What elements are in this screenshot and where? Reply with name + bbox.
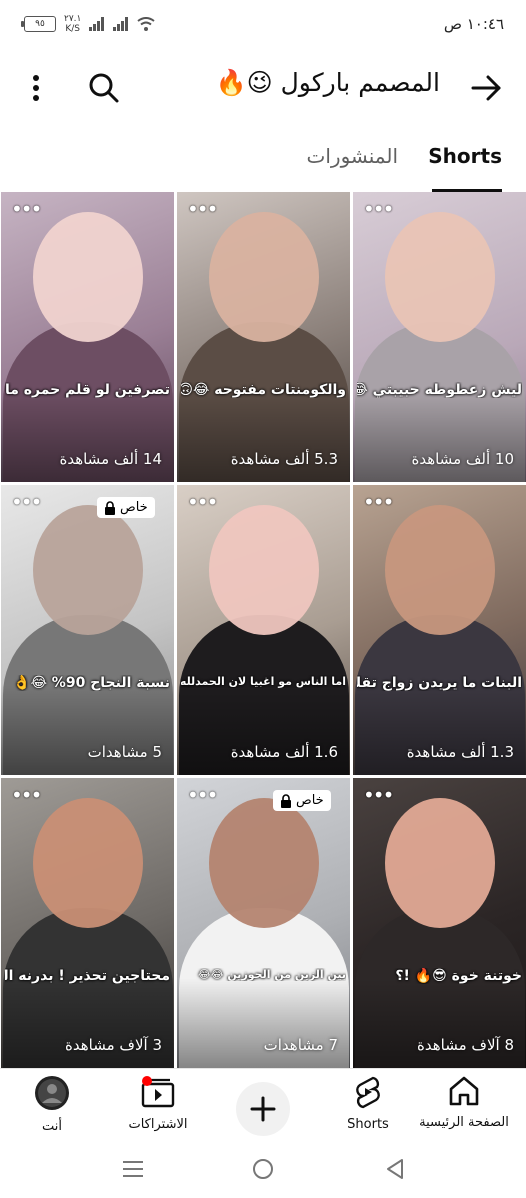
more-options-icon[interactable]: ••• bbox=[363, 199, 394, 219]
private-badge: خاص bbox=[97, 497, 155, 518]
channel-title: المصمم باركول 😉🔥 bbox=[215, 68, 441, 97]
nav-shorts-label: Shorts bbox=[347, 1117, 389, 1132]
nav-shorts[interactable]: Shorts bbox=[318, 1075, 418, 1132]
short-thumbnail[interactable]: ••• تصرفين لو قلم حمره ما تشترين 😂😂 14 أ… bbox=[1, 192, 174, 482]
nav-home[interactable]: الصفحة الرئيسية bbox=[414, 1075, 514, 1130]
short-caption: تصرفين لو قلم حمره ما تشترين 😂😂 bbox=[5, 382, 170, 398]
short-thumbnail[interactable]: ••• ليش زعطوطه حبيبتي 😂😂 10 ألف مشاهدة bbox=[353, 192, 526, 482]
more-options-icon[interactable]: ••• bbox=[187, 199, 218, 219]
back-arrow-icon bbox=[471, 75, 501, 101]
shorts-grid: ••• ليش زعطوطه حبيبتي 😂😂 10 ألف مشاهدة •… bbox=[0, 192, 526, 1068]
more-options-icon[interactable]: ••• bbox=[363, 492, 394, 512]
more-options-button[interactable] bbox=[18, 70, 54, 106]
private-label: خاص bbox=[120, 500, 148, 515]
back-button[interactable] bbox=[468, 70, 504, 106]
net-speed-value: ٢٧.١ bbox=[64, 14, 82, 24]
circle-home-icon bbox=[253, 1159, 273, 1179]
short-views: 3 آلاف مشاهدة bbox=[65, 1036, 162, 1054]
back-system-button[interactable] bbox=[380, 1154, 410, 1184]
search-icon bbox=[89, 73, 119, 103]
recents-icon bbox=[123, 1161, 143, 1177]
channel-header: المصمم باركول 😉🔥 bbox=[0, 56, 526, 120]
short-thumbnail[interactable]: ••• خوتنة خوة 😎🔥 !؟ 8 آلاف مشاهدة bbox=[353, 778, 526, 1068]
short-caption: البنات ما يريدن زواج تقليدي bbox=[357, 675, 522, 691]
nav-subscriptions[interactable]: الاشتراكات bbox=[108, 1075, 208, 1132]
nav-you-label: أنت bbox=[42, 1119, 62, 1134]
more-options-icon[interactable]: ••• bbox=[11, 492, 42, 512]
short-views: 10 ألف مشاهدة bbox=[411, 450, 514, 468]
short-caption: والكومنتات مفتوحه 😂🙃 bbox=[181, 382, 346, 398]
short-views: 7 مشاهدات bbox=[263, 1036, 338, 1054]
nav-home-label: الصفحة الرئيسية bbox=[419, 1115, 509, 1130]
nav-subscriptions-label: الاشتراكات bbox=[128, 1117, 188, 1132]
avatar-icon bbox=[35, 1076, 69, 1110]
lock-icon bbox=[105, 500, 115, 515]
more-options-icon[interactable]: ••• bbox=[187, 785, 218, 805]
search-button[interactable] bbox=[86, 70, 122, 106]
more-options-icon[interactable]: ••• bbox=[363, 785, 394, 805]
channel-tabs: Shorts المنشورات bbox=[0, 130, 526, 192]
nav-you[interactable]: أنت bbox=[2, 1075, 102, 1134]
short-caption: بين الزين من الحوزين 😂😂 bbox=[197, 968, 346, 981]
net-speed-unit: K/S bbox=[65, 24, 81, 34]
short-views: 1.6 ألف مشاهدة bbox=[230, 743, 338, 761]
short-caption: محتاجين تحذير ! بدرنه الجاي ! bbox=[5, 968, 170, 984]
net-speed: ٢٧.١ K/S bbox=[64, 14, 81, 34]
short-thumbnail[interactable]: ••• محتاجين تحذير ! بدرنه الجاي ! 3 آلاف… bbox=[1, 778, 174, 1068]
signal-icon-2 bbox=[113, 17, 129, 31]
subscriptions-icon bbox=[141, 1076, 175, 1108]
tab-shorts[interactable]: Shorts bbox=[428, 144, 502, 168]
short-views: 5 مشاهدات bbox=[87, 743, 162, 761]
short-thumbnail[interactable]: ••• البنات ما يريدن زواج تقليدي 1.3 ألف … bbox=[353, 485, 526, 775]
more-options-icon[interactable]: ••• bbox=[11, 199, 42, 219]
more-vert-icon bbox=[33, 75, 39, 101]
home-icon bbox=[449, 1076, 479, 1106]
wifi-icon bbox=[137, 17, 155, 31]
clock: ١٠:٤٦ ص bbox=[443, 15, 504, 33]
status-bar: ٩٥ ٢٧.١ K/S ١٠:٤٦ ص bbox=[0, 0, 526, 50]
shorts-icon bbox=[356, 1076, 380, 1109]
more-options-icon[interactable]: ••• bbox=[11, 785, 42, 805]
short-views: 5.3 ألف مشاهدة bbox=[230, 450, 338, 468]
battery-icon: ٩٥ bbox=[21, 16, 56, 32]
short-views: 14 ألف مشاهدة bbox=[59, 450, 162, 468]
short-caption: نسبة النجاح 90% 😂👌 bbox=[13, 675, 170, 691]
recents-button[interactable] bbox=[118, 1154, 148, 1184]
plus-icon bbox=[250, 1096, 276, 1122]
tab-posts[interactable]: المنشورات bbox=[307, 144, 398, 168]
short-caption: خوتنة خوة 😎🔥 !؟ bbox=[395, 968, 522, 984]
private-label: خاص bbox=[296, 793, 324, 808]
home-system-button[interactable] bbox=[248, 1154, 278, 1184]
system-navigation-bar bbox=[0, 1140, 526, 1198]
more-options-icon[interactable]: ••• bbox=[187, 492, 218, 512]
short-thumbnail[interactable]: ••• والكومنتات مفتوحه 😂🙃 5.3 ألف مشاهدة bbox=[177, 192, 350, 482]
bottom-navigation: الصفحة الرئيسية Shorts الاشتراكات أنت bbox=[0, 1068, 526, 1141]
signal-icon bbox=[89, 17, 105, 31]
short-views: 1.3 ألف مشاهدة bbox=[406, 743, 514, 761]
create-button[interactable] bbox=[236, 1082, 290, 1136]
short-thumbnail[interactable]: ••• اما الناس مو اغبيا لان الحمدلله 😂😂 1… bbox=[177, 485, 350, 775]
short-thumbnail[interactable]: ••• خاص نسبة النجاح 90% 😂👌 5 مشاهدات bbox=[1, 485, 174, 775]
lock-icon bbox=[281, 793, 291, 808]
private-badge: خاص bbox=[273, 790, 331, 811]
status-icons: ٩٥ ٢٧.١ K/S bbox=[21, 14, 155, 34]
triangle-back-icon bbox=[387, 1159, 403, 1179]
short-caption: اما الناس مو اغبيا لان الحمدلله 😂😂 bbox=[181, 675, 346, 688]
short-thumbnail[interactable]: ••• خاص بين الزين من الحوزين 😂😂 7 مشاهدا… bbox=[177, 778, 350, 1068]
short-caption: ليش زعطوطه حبيبتي 😂😂 bbox=[357, 382, 522, 398]
short-views: 8 آلاف مشاهدة bbox=[417, 1036, 514, 1054]
